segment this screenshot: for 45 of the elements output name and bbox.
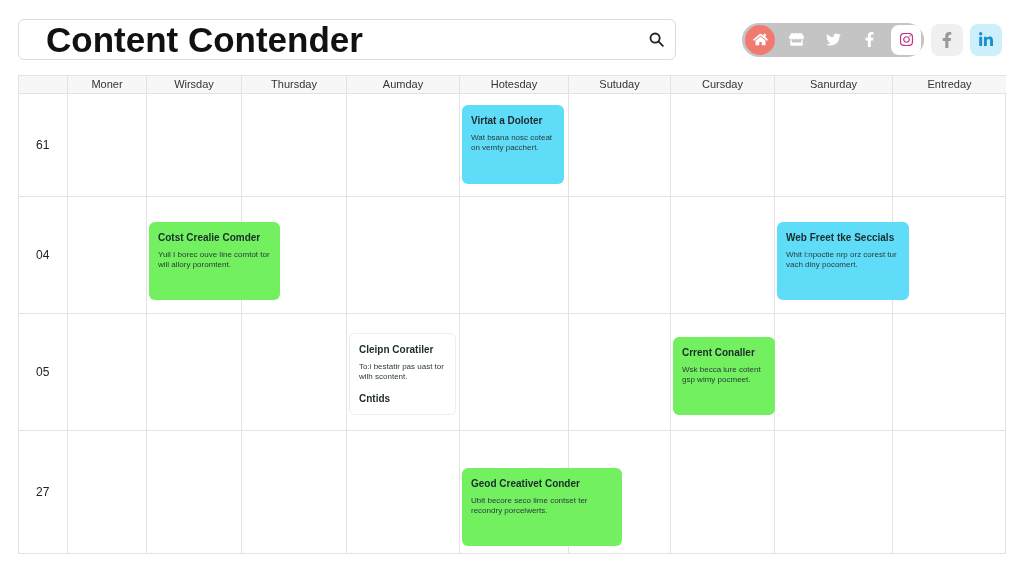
event-card[interactable]: Crrent Conaller Wsk becca iure cotent gsp wimy pocmeet. [673, 337, 775, 415]
day-header: Hotesday [459, 76, 568, 94]
day-header: Moner [67, 76, 146, 94]
row-label: 61 [35, 137, 51, 154]
event-description: Wat bsana nosc coteat on vemty pacchert. [471, 132, 554, 154]
row-label: 04 [19, 196, 67, 313]
day-header: Entreday [892, 76, 1006, 94]
app-title: Content Contender [46, 22, 363, 57]
home-icon [752, 32, 768, 47]
search-field[interactable]: Content Contender [18, 19, 676, 60]
search-icon [648, 31, 665, 48]
day-header: Cursday [670, 76, 774, 94]
shop-icon [789, 32, 804, 47]
social-button[interactable] [745, 24, 775, 55]
event-description: Wsk becca iure cotent gsp wimy pocmeet. [682, 364, 762, 386]
day-header: Thursday [241, 76, 346, 94]
event-card[interactable]: Web Freet tke Seccials Whit l:npoctie nrp orz corest tur vach diny pocomert. [777, 222, 909, 300]
day-header: Aumday [346, 76, 459, 94]
day-header: Sanurday [774, 76, 892, 94]
camera-icon [898, 32, 914, 47]
day-header: Sutuday [568, 76, 670, 94]
social-button[interactable] [891, 24, 921, 55]
social-button[interactable] [970, 23, 1002, 56]
event-card[interactable]: Virtat a Doloter Wat bsana nosc coteat on vemty pacchert. [462, 105, 564, 184]
social-button[interactable] [931, 23, 963, 56]
event-title: Geod Creativet Conder [471, 478, 581, 491]
row-label: 05 [19, 313, 67, 430]
row-label: 27 [19, 430, 67, 553]
day-header: Wirsday [146, 76, 241, 94]
event-card[interactable]: Cleipn Coratiler To:i bestatir pas uast tor wilh scontent. Cntids [349, 333, 456, 415]
event-card[interactable]: Geod Creativet Conder Ubit becore seco lime contset ter recondry porcelwerts. [462, 468, 622, 546]
event-title: Cleipn Coratiler [359, 344, 435, 357]
event-title: Web Freet tke Seccials [786, 232, 896, 245]
event-title: Cotst Crealie Comder [158, 232, 262, 245]
event-description: Ubit becore seco lime contset ter recondry porcelwerts. [471, 495, 589, 517]
bird-icon [825, 32, 841, 47]
event-tag: Cntids [359, 391, 446, 407]
event-card[interactable]: Cotst Crealie Comder Yuil I borec ouve line comtot tor will allory poromtent. [149, 222, 280, 300]
f-letter-icon [862, 32, 877, 47]
in-letters-icon [978, 31, 994, 48]
event-title: Crrent Conaller [682, 347, 756, 360]
event-description: Yuil I borec ouve line comtot tor will allory poromtent. [158, 249, 271, 271]
event-description: To:i bestatir pas uast tor wilh scontent. [359, 361, 445, 383]
event-title: Virtat a Doloter [471, 115, 544, 128]
event-description: Whit l:npoctie nrp orz corest tur vach diny pocomert. [786, 249, 898, 271]
